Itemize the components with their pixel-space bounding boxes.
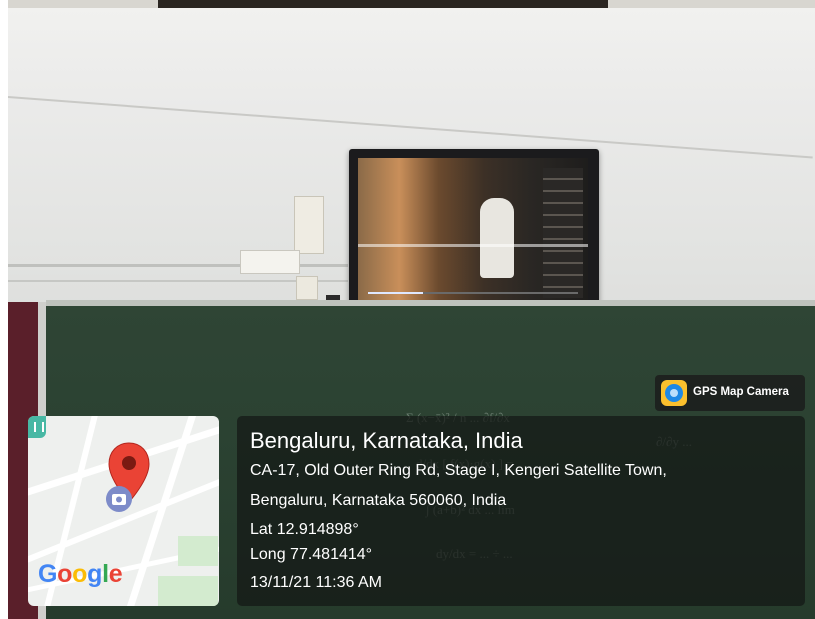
gps-map-camera-badge: GPS Map Camera [655,375,805,411]
address-line-1: CA-17, Old Outer Ring Rd, Stage I, Kenge… [250,462,667,479]
map-park [178,536,218,566]
tv-scene-person [480,198,514,278]
tv-screen-glare [358,244,588,247]
location-title: Bengaluru, Karnataka, India [250,428,523,453]
location-info-panel: Bengaluru, Karnataka, India CA-17, Old O… [237,416,805,606]
previous-photo-edge [8,0,815,8]
socket-box [296,276,318,300]
switch-board [240,250,300,274]
tv-screen [358,158,588,306]
electrical-box [294,196,324,254]
tv-scene-ladder [543,168,583,298]
google-logo: Google [38,560,123,588]
map-park [158,576,218,606]
gps-map-camera-app-icon [661,380,687,406]
wall-mounted-tv [349,149,599,325]
location-map-thumbnail: Google [28,416,219,606]
app-name-label: GPS Map Camera [693,386,789,398]
address-line-2: Bengaluru, Karnataka 560060, India [250,492,507,509]
map-tag-icon [28,416,46,438]
timestamp-text: 13/11/21 11:36 AM [250,574,382,591]
google-photos-icon [106,486,132,512]
longitude-text: Long 77.481414° [250,546,373,563]
photo-scene: Σ (x−x̄)² / n ... ∂f/∂x d/dx [ f(x)·g(x)… [0,0,815,619]
tv-video-progress [368,292,578,294]
latitude-text: Lat 12.914898° [250,521,359,538]
